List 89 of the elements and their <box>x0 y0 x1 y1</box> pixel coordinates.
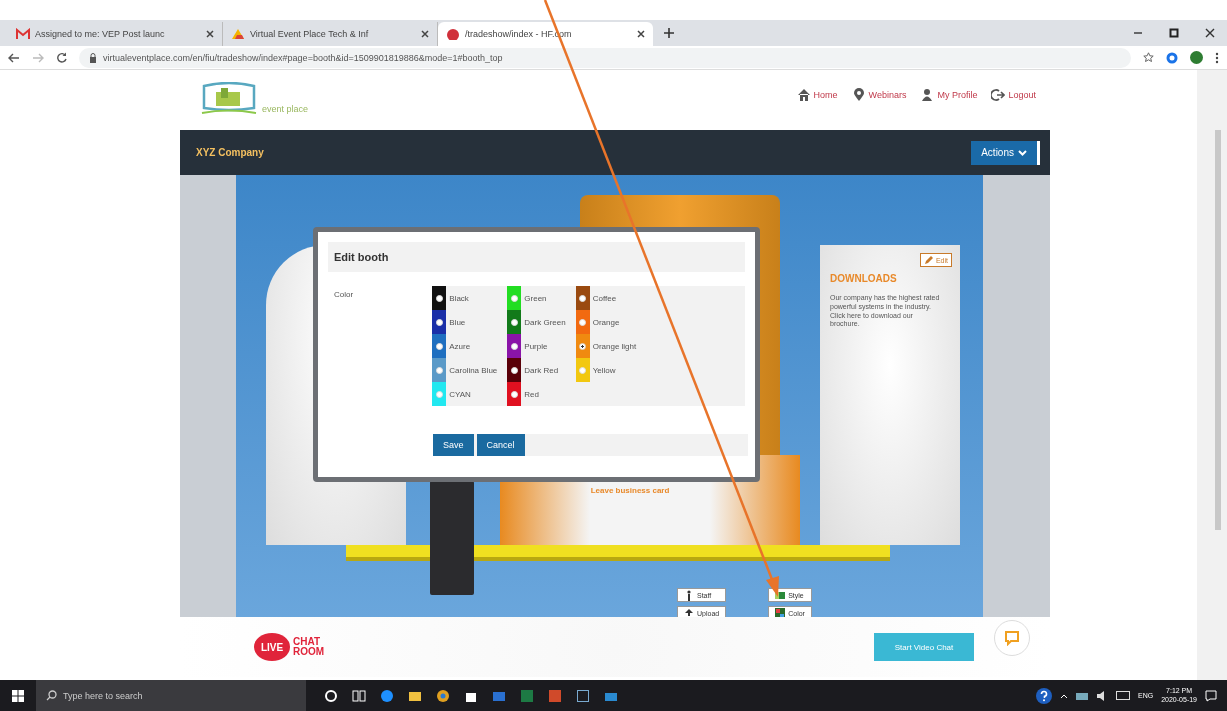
help-icon[interactable] <box>1036 687 1052 704</box>
color-option[interactable]: Orange <box>575 310 637 334</box>
cortana-icon[interactable] <box>324 688 338 703</box>
radio-button[interactable] <box>579 318 587 326</box>
chat-room-text: ROOM <box>293 647 325 657</box>
radio-button[interactable] <box>435 342 443 350</box>
nav-link[interactable]: Webinars <box>851 88 907 102</box>
field-label: Color <box>333 289 355 301</box>
radio-button[interactable] <box>435 318 443 326</box>
color-option[interactable]: Azure <box>432 334 498 358</box>
maximize-icon[interactable] <box>1169 28 1179 38</box>
menu-icon[interactable] <box>1215 51 1219 64</box>
color-option[interactable]: Dark Green <box>507 310 566 334</box>
site-icon <box>446 28 460 40</box>
close-icon[interactable] <box>206 30 214 38</box>
close-icon[interactable] <box>1205 28 1215 38</box>
radio-button[interactable] <box>435 366 443 374</box>
radio-button[interactable] <box>510 366 518 374</box>
back-arrow-icon[interactable] <box>8 52 20 63</box>
color-option[interactable]: CYAN <box>432 382 498 406</box>
keyboard-icon[interactable] <box>1116 691 1130 700</box>
dialog-title: Edit booth <box>334 251 389 263</box>
radio-button[interactable] <box>579 366 587 374</box>
dialog-button[interactable]: Save <box>433 434 474 456</box>
color-option[interactable]: Coffee <box>575 286 637 310</box>
address-field[interactable]: virtualeventplace.com/en/fiu/tradeshow/index#page=booth&id=1509901819886&mode=1#booth_top <box>79 47 1131 68</box>
business-card-text: Leave business card <box>590 485 670 495</box>
color-option[interactable]: Green <box>507 286 566 310</box>
nav-link[interactable]: My Profile <box>920 88 978 102</box>
mail-icon <box>16 28 30 40</box>
reload-icon[interactable] <box>56 52 67 63</box>
network-icon[interactable] <box>1076 690 1088 701</box>
downloads-title: DOWNLOADS <box>830 273 898 284</box>
radio-button[interactable] <box>579 294 587 302</box>
windows-start-icon[interactable] <box>12 689 24 702</box>
logo-icon[interactable] <box>200 82 258 116</box>
radio-button[interactable] <box>579 342 587 350</box>
radio-button[interactable] <box>510 294 518 302</box>
color-option[interactable]: Red <box>507 382 566 406</box>
tab-title: Assigned to me: VEP Post launc <box>35 29 166 39</box>
taskbar-search-field[interactable]: Type here to search <box>36 680 306 711</box>
avatar-icon[interactable] <box>1190 51 1203 64</box>
dialog-button[interactable]: Cancel <box>476 434 525 456</box>
nav-link[interactable]: Home <box>796 88 838 102</box>
color-option[interactable]: Black <box>432 286 498 310</box>
spreadsheet-icon[interactable] <box>520 688 534 703</box>
chat-bubble-icon <box>1004 630 1020 646</box>
task-view-icon[interactable] <box>352 688 366 703</box>
chevron-down-icon <box>1018 149 1027 156</box>
color-option[interactable]: Dark Red <box>507 358 566 382</box>
scrollbar-thumb[interactable] <box>1215 130 1221 530</box>
user-icon <box>920 88 935 102</box>
close-icon[interactable] <box>637 30 645 38</box>
live-badge: LIVE <box>254 633 290 661</box>
radio-button[interactable] <box>510 390 518 398</box>
location-pin-icon <box>851 88 866 102</box>
color-option[interactable]: Yellow <box>575 358 637 382</box>
radio-button[interactable] <box>435 390 443 398</box>
extension-icon[interactable] <box>1166 51 1178 64</box>
logout-icon <box>991 88 1006 102</box>
color-option[interactable]: Orange light <box>575 334 637 358</box>
actions-button[interactable]: Actions <box>971 140 1040 165</box>
presentation-icon[interactable] <box>548 688 562 703</box>
palette-icon <box>775 607 786 617</box>
radio-button[interactable] <box>435 294 443 302</box>
logo-text: event place <box>262 104 309 114</box>
search-icon <box>46 690 57 701</box>
lock-icon <box>89 52 97 63</box>
radio-button[interactable] <box>510 318 518 326</box>
chevron-up-icon[interactable] <box>1060 692 1068 699</box>
nav-link[interactable]: Logout <box>991 88 1036 102</box>
color-option[interactable]: Purple <box>507 334 566 358</box>
triangle-icon <box>231 28 245 40</box>
close-icon[interactable] <box>421 30 429 38</box>
edge-icon[interactable] <box>380 688 394 703</box>
pencil-icon <box>923 255 934 265</box>
chrome-icon[interactable] <box>436 688 450 703</box>
plus-icon[interactable] <box>663 27 675 39</box>
star-icon[interactable] <box>1143 52 1154 63</box>
home-icon <box>796 88 811 102</box>
tab-title: Virtual Event Place Tech & Inf <box>250 29 370 39</box>
color-option[interactable]: Carolina Blue <box>432 358 498 382</box>
scrollbar[interactable] <box>1197 70 1227 680</box>
window-icon[interactable] <box>576 688 590 703</box>
notification-icon[interactable] <box>1205 689 1217 702</box>
company-name: XYZ Company <box>196 147 264 158</box>
radio-button[interactable] <box>510 342 518 350</box>
color-option[interactable]: Blue <box>432 310 498 334</box>
chat-room-text: CHAT <box>293 637 322 647</box>
